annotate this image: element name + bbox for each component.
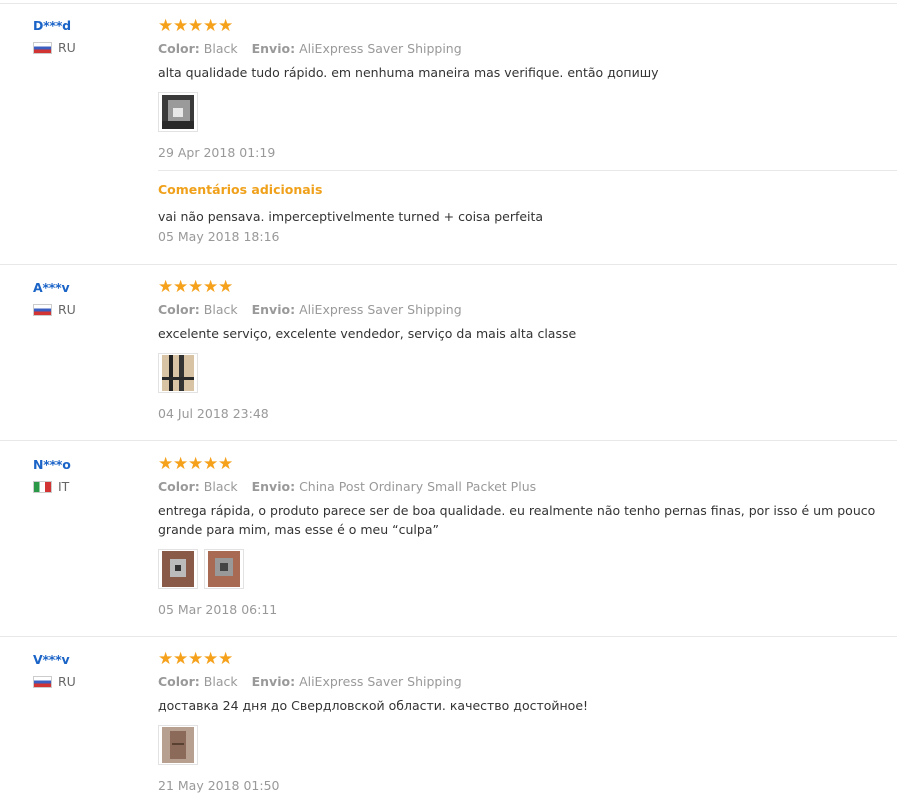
review-divider bbox=[0, 440, 897, 441]
review-date: 21 May 2018 01:50 bbox=[158, 778, 280, 793]
review-text: alta qualidade tudo rápido. em nenhuma m… bbox=[158, 65, 659, 80]
flag-it-icon bbox=[33, 480, 52, 493]
color-value: Black bbox=[203, 674, 238, 689]
review-photo-thumbnail[interactable] bbox=[158, 353, 198, 393]
reviewer-info: N***o IT bbox=[33, 457, 143, 494]
country-code: RU bbox=[58, 674, 76, 689]
additional-comment-date: 05 May 2018 18:16 bbox=[158, 229, 280, 244]
star-icon: ★ bbox=[158, 16, 174, 36]
reviewer-country: IT bbox=[33, 479, 143, 494]
star-icon: ★ bbox=[158, 649, 174, 669]
shipping-value: China Post Ordinary Small Packet Plus bbox=[299, 479, 537, 494]
color-label: Color: bbox=[158, 41, 200, 56]
review-content: ★ ★ ★ ★ ★ Color: Black Envio: AliExpress Save… bbox=[158, 279, 897, 421]
reviewer-name[interactable]: V***v bbox=[33, 652, 143, 667]
review-photo-thumbnail[interactable] bbox=[204, 549, 244, 589]
reviewer-country: RU bbox=[33, 40, 143, 55]
review-photo-thumbnail[interactable] bbox=[158, 549, 198, 589]
reviewer-info: A***v RU bbox=[33, 280, 143, 317]
color-value: Black bbox=[203, 479, 238, 494]
star-rating: ★ ★ ★ ★ ★ bbox=[158, 649, 897, 669]
star-rating: ★ ★ ★ ★ ★ bbox=[158, 277, 897, 297]
shipping-label: Envio: bbox=[251, 302, 296, 317]
review-content: ★ ★ ★ ★ ★ Color: Black Envio: AliExpress Save… bbox=[158, 651, 897, 793]
review-text: доставка 24 дня до Свердловской области.… bbox=[158, 698, 589, 713]
order-info: Color: Black Envio: AliExpress Saver Ship… bbox=[158, 41, 897, 56]
order-info: Color: Black Envio: AliExpress Saver Ship… bbox=[158, 674, 897, 689]
star-icon: ★ bbox=[173, 277, 189, 297]
color-value: Black bbox=[203, 302, 238, 317]
review-photos bbox=[158, 92, 897, 132]
top-divider bbox=[0, 3, 897, 4]
star-icon: ★ bbox=[188, 16, 204, 36]
review-text: excelente serviço, excelente vendedor, s… bbox=[158, 326, 577, 341]
shipping-label: Envio: bbox=[251, 41, 296, 56]
reviewer-country: RU bbox=[33, 302, 143, 317]
star-rating: ★ ★ ★ ★ ★ bbox=[158, 16, 897, 36]
additional-comments-title: Comentários adicionais bbox=[158, 182, 323, 197]
review-photos bbox=[158, 725, 897, 765]
star-icon: ★ bbox=[203, 454, 219, 474]
country-code: RU bbox=[58, 40, 76, 55]
review-date: 29 Apr 2018 01:19 bbox=[158, 145, 276, 160]
photo-image bbox=[208, 551, 240, 587]
additional-divider bbox=[158, 170, 897, 171]
star-icon: ★ bbox=[188, 277, 204, 297]
star-icon: ★ bbox=[218, 16, 234, 36]
star-icon: ★ bbox=[158, 277, 174, 297]
star-icon: ★ bbox=[218, 454, 234, 474]
star-icon: ★ bbox=[218, 649, 234, 669]
review-date: 04 Jul 2018 23:48 bbox=[158, 406, 269, 421]
shipping-value: AliExpress Saver Shipping bbox=[299, 41, 462, 56]
review-photos bbox=[158, 353, 897, 393]
flag-ru-icon bbox=[33, 41, 52, 54]
review-divider bbox=[0, 264, 897, 265]
photo-image bbox=[162, 355, 194, 391]
order-info: Color: Black Envio: China Post Ordinary S… bbox=[158, 479, 897, 494]
reviewer-info: V***v RU bbox=[33, 652, 143, 689]
shipping-value: AliExpress Saver Shipping bbox=[299, 674, 462, 689]
photo-image bbox=[162, 95, 194, 129]
review-divider bbox=[0, 636, 897, 637]
color-value: Black bbox=[203, 41, 238, 56]
star-icon: ★ bbox=[203, 277, 219, 297]
review-photos bbox=[158, 549, 897, 589]
star-icon: ★ bbox=[173, 16, 189, 36]
star-rating: ★ ★ ★ ★ ★ bbox=[158, 454, 897, 474]
shipping-label: Envio: bbox=[251, 479, 296, 494]
star-icon: ★ bbox=[173, 649, 189, 669]
order-info: Color: Black Envio: AliExpress Saver Ship… bbox=[158, 302, 897, 317]
photo-image bbox=[162, 727, 194, 763]
shipping-value: AliExpress Saver Shipping bbox=[299, 302, 462, 317]
color-label: Color: bbox=[158, 479, 200, 494]
review-photo-thumbnail[interactable] bbox=[158, 725, 198, 765]
flag-ru-icon bbox=[33, 675, 52, 688]
color-label: Color: bbox=[158, 674, 200, 689]
review-text: entrega rápida, o produto parece ser de … bbox=[158, 503, 876, 537]
reviewer-name[interactable]: D***d bbox=[33, 18, 143, 33]
reviewer-name[interactable]: N***o bbox=[33, 457, 143, 472]
reviewer-info: D***d RU bbox=[33, 18, 143, 55]
reviewer-country: RU bbox=[33, 674, 143, 689]
review-date: 05 Mar 2018 06:11 bbox=[158, 602, 278, 617]
star-icon: ★ bbox=[203, 649, 219, 669]
review-content: ★ ★ ★ ★ ★ Color: Black Envio: AliExpress Save… bbox=[158, 18, 897, 244]
country-code: RU bbox=[58, 302, 76, 317]
review-photo-thumbnail[interactable] bbox=[158, 92, 198, 132]
star-icon: ★ bbox=[173, 454, 189, 474]
star-icon: ★ bbox=[218, 277, 234, 297]
star-icon: ★ bbox=[158, 454, 174, 474]
reviewer-name[interactable]: A***v bbox=[33, 280, 143, 295]
review-content: ★ ★ ★ ★ ★ Color: Black Envio: China Post Ordi… bbox=[158, 456, 897, 617]
additional-comment-text: vai não pensava. imperceptivelmente turn… bbox=[158, 209, 544, 224]
star-icon: ★ bbox=[203, 16, 219, 36]
flag-ru-icon bbox=[33, 303, 52, 316]
photo-image bbox=[162, 551, 194, 587]
country-code: IT bbox=[58, 479, 70, 494]
color-label: Color: bbox=[158, 302, 200, 317]
star-icon: ★ bbox=[188, 454, 204, 474]
shipping-label: Envio: bbox=[251, 674, 296, 689]
star-icon: ★ bbox=[188, 649, 204, 669]
